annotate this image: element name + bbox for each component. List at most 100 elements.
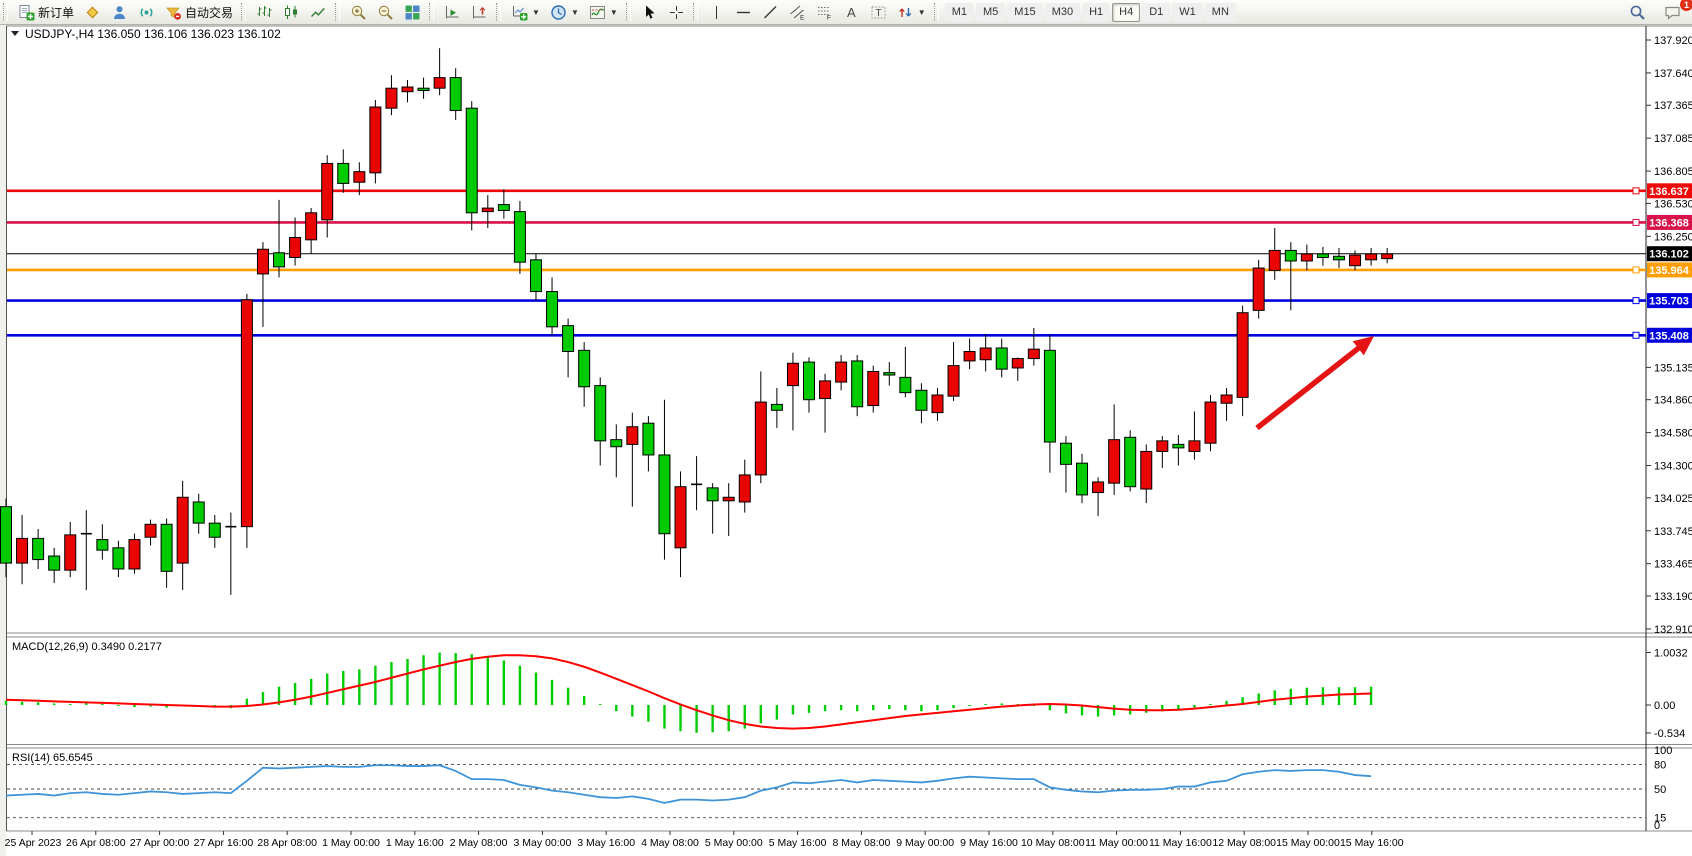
bar-chart-button[interactable] <box>252 2 277 23</box>
community-button[interactable] <box>107 2 132 23</box>
new-chart-icon <box>511 4 528 21</box>
toolbar-grip[interactable] <box>241 3 246 21</box>
timeframe-button-mn[interactable]: MN <box>1205 3 1236 22</box>
chart-shift-icon <box>471 4 488 21</box>
toolbar-group: E F AT ▼ <box>703 0 931 25</box>
candlestick-button[interactable] <box>279 2 304 23</box>
toolbar-group <box>439 0 493 25</box>
time-tick-label: 1 May 16:00 <box>386 837 444 849</box>
timeframe-button-h1[interactable]: H1 <box>1082 3 1110 22</box>
toolbar-grip[interactable] <box>3 3 8 21</box>
hline-handle[interactable] <box>1633 332 1639 338</box>
hline-handle[interactable] <box>1633 267 1639 273</box>
vline-button[interactable] <box>704 2 729 23</box>
toolbar-grip[interactable] <box>934 3 939 21</box>
toolbar-grip[interactable] <box>626 3 631 21</box>
hline-handle[interactable] <box>1633 298 1639 304</box>
rsi-axis-label: 100 <box>1654 745 1672 757</box>
fibonacci-icon: F <box>816 4 833 21</box>
search-button[interactable] <box>1625 2 1650 23</box>
time-tick-label: 11 May 16:00 <box>1149 837 1212 849</box>
time-tick-label: 1 May 00:00 <box>322 837 380 849</box>
channel-icon: E <box>789 4 806 21</box>
new-order-button[interactable]: 新订单 <box>14 2 78 23</box>
signals-icon <box>138 4 155 21</box>
hline-button[interactable] <box>731 2 756 23</box>
svg-text:135.964: 135.964 <box>1649 265 1690 277</box>
period-button[interactable]: ▼ <box>546 2 583 23</box>
cursor-button[interactable] <box>637 2 662 23</box>
price-tick-label: 137.365 <box>1654 100 1692 112</box>
toolbar-grip[interactable] <box>496 3 501 21</box>
toolbar-grip[interactable] <box>335 3 340 21</box>
timeframe-button-w1[interactable]: W1 <box>1172 3 1203 22</box>
zoom-in-button[interactable] <box>346 2 371 23</box>
crosshair-button[interactable] <box>664 2 689 23</box>
time-tick-label: 8 May 08:00 <box>833 837 891 849</box>
timeframe-button-m1[interactable]: M1 <box>945 3 974 22</box>
hline-handle[interactable] <box>1633 188 1639 194</box>
toolbar-grip[interactable] <box>693 3 698 21</box>
price-badge-135.964: 135.964 <box>1647 262 1692 277</box>
metaeditor-button[interactable] <box>80 2 105 23</box>
timeframe-button-d1[interactable]: D1 <box>1142 3 1170 22</box>
time-tick-label: 9 May 16:00 <box>960 837 1018 849</box>
toolbar-grip[interactable] <box>429 3 434 21</box>
time-tick-label: 9 May 00:00 <box>896 837 954 849</box>
svg-text:F: F <box>827 14 831 21</box>
new-chart-button[interactable]: ▼ <box>507 2 544 23</box>
price-tick-label: 137.085 <box>1654 133 1692 145</box>
toolbar-group: ▼ ▼ ▼ <box>506 0 623 25</box>
tile-windows-button[interactable] <box>400 2 425 23</box>
fibonacci-button[interactable]: F <box>812 2 837 23</box>
trendline-button[interactable] <box>758 2 783 23</box>
candle <box>129 534 140 574</box>
signals-button[interactable] <box>134 2 159 23</box>
timeframe-button-m15[interactable]: M15 <box>1007 3 1042 22</box>
new-order-button-label: 新订单 <box>38 4 74 21</box>
price-tick-label: 134.580 <box>1654 428 1692 440</box>
crosshair-icon <box>668 4 685 21</box>
candle <box>852 355 863 416</box>
line-chart-button[interactable] <box>306 2 331 23</box>
time-tick-label: 15 May 16:00 <box>1340 837 1404 849</box>
candle <box>1253 260 1264 319</box>
rsi-label: RSI(14) 65.6545 <box>12 752 93 764</box>
toolbar-right: 1 <box>1624 1 1686 24</box>
timeframe-button-m5[interactable]: M5 <box>976 3 1005 22</box>
hline-handle[interactable] <box>1633 219 1639 225</box>
time-tick-label: 2 May 08:00 <box>450 837 508 849</box>
autotrading-button[interactable]: 自动交易 <box>161 2 237 23</box>
candle <box>370 100 381 183</box>
label-button[interactable]: T <box>866 2 891 23</box>
timeframe-button-h4[interactable]: H4 <box>1112 3 1140 22</box>
bar-chart-icon <box>256 4 273 21</box>
chart-canvas[interactable]: 137.920137.640137.365137.085136.805136.5… <box>0 25 1692 856</box>
zoom-out-icon <box>377 4 394 21</box>
timeframe-button-m30[interactable]: M30 <box>1045 3 1080 22</box>
price-tick-label: 136.805 <box>1654 166 1692 178</box>
auto-scroll-button[interactable] <box>440 2 465 23</box>
new-order-icon <box>18 4 35 21</box>
chevron-down-icon[interactable]: ▼ <box>918 8 926 17</box>
price-badge-136.368: 136.368 <box>1647 215 1692 230</box>
text-button[interactable]: A <box>839 2 864 23</box>
candlestick-icon <box>283 4 300 21</box>
price-tick-label: 134.025 <box>1654 493 1692 505</box>
svg-text:E: E <box>800 14 805 21</box>
svg-text:136.368: 136.368 <box>1649 217 1689 229</box>
zoom-out-button[interactable] <box>373 2 398 23</box>
time-tick-label: 5 May 16:00 <box>769 837 827 849</box>
channel-button[interactable]: E <box>785 2 810 23</box>
arrows-button[interactable]: ▼ <box>893 2 930 23</box>
indicators-button[interactable]: ▼ <box>585 2 622 23</box>
chart-shift-button[interactable] <box>467 2 492 23</box>
chevron-down-icon[interactable]: ▼ <box>532 8 540 17</box>
community-icon <box>111 4 128 21</box>
chevron-down-icon[interactable]: ▼ <box>571 8 579 17</box>
time-tick-label: 3 May 16:00 <box>577 837 635 849</box>
macd-axis-label: -0.534 <box>1654 728 1685 740</box>
svg-text:136.102: 136.102 <box>1649 249 1689 261</box>
chevron-down-icon[interactable]: ▼ <box>610 8 618 17</box>
price-tick-label: 133.745 <box>1654 526 1692 538</box>
